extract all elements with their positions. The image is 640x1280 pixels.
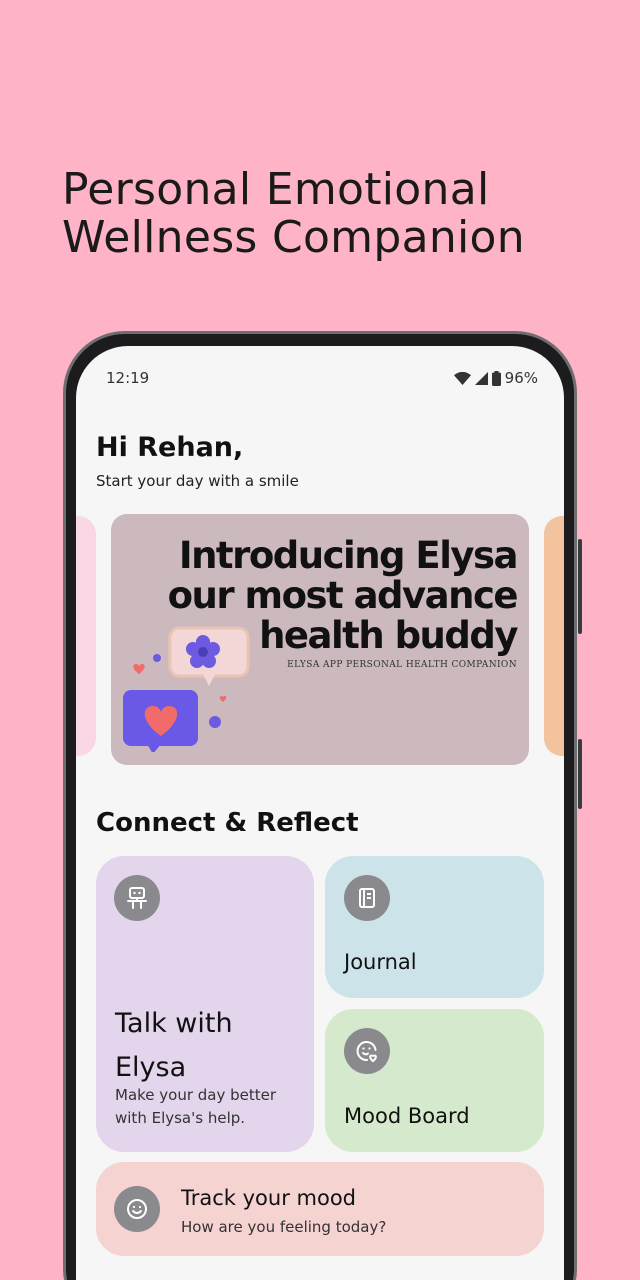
journal-icon xyxy=(344,875,390,921)
banner-caption: ELYSA APP PERSONAL HEALTH COMPANION xyxy=(287,660,517,670)
track-card-subtitle: How are you feeling today? xyxy=(181,1218,387,1236)
battery-percent: 96% xyxy=(504,369,538,387)
mood-face-heart-icon xyxy=(344,1028,390,1074)
banner-headline-line1: Introducing Elysa xyxy=(178,534,519,577)
chat-bubbles-illustration xyxy=(123,626,250,752)
journal-card-title: Journal xyxy=(344,950,417,974)
track-mood-card[interactable]: Track your mood How are you feeling toda… xyxy=(96,1162,544,1256)
greeting-subtitle: Start your day with a smile xyxy=(96,472,299,490)
promo-title: Personal Emotional Wellness Companion xyxy=(62,164,525,263)
talk-card-subtitle: Make your day better with Elysa's help. xyxy=(115,1086,277,1127)
app-screen: 12:19 96% Hi Rehan, Start your day with … xyxy=(76,346,564,1280)
power-button xyxy=(578,539,582,634)
cell-signal-icon xyxy=(474,371,488,385)
talk-with-elysa-card[interactable]: Talk with Elysa Make your day better wit… xyxy=(96,856,314,1152)
carousel-prev-slide[interactable] xyxy=(76,516,96,756)
wifi-icon xyxy=(453,371,471,385)
smiley-icon xyxy=(114,1186,160,1232)
battery-icon xyxy=(491,370,501,386)
journal-card[interactable]: Journal xyxy=(325,856,544,998)
section-title: Connect & Reflect xyxy=(96,808,359,838)
phone-frame: 12:19 96% Hi Rehan, Start your day with … xyxy=(63,331,582,1280)
status-icons: 96% xyxy=(453,369,538,387)
mood-board-card-title: Mood Board xyxy=(344,1104,470,1128)
promo-banner[interactable]: Introducing Elysa our most advance healt… xyxy=(111,514,529,765)
carousel-next-slide[interactable] xyxy=(544,516,564,756)
status-time: 12:19 xyxy=(106,369,150,387)
mood-board-card[interactable]: Mood Board xyxy=(325,1009,544,1152)
volume-button xyxy=(578,739,582,809)
greeting: Hi Rehan, xyxy=(96,432,244,463)
banner-headline-line2: our most advance xyxy=(167,574,519,617)
status-bar: 12:19 96% xyxy=(106,368,538,388)
talk-card-title: Talk with Elysa xyxy=(115,1008,233,1083)
track-card-title: Track your mood xyxy=(181,1186,357,1210)
robot-icon xyxy=(114,875,160,921)
